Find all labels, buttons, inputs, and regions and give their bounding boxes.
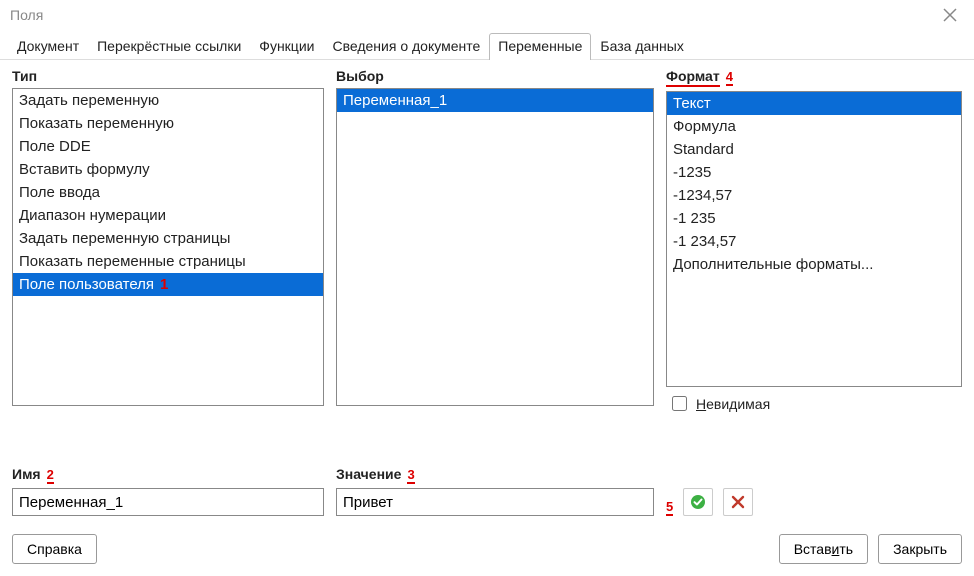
list-item[interactable]: -1235 [667, 161, 961, 184]
delete-button[interactable] [723, 488, 753, 516]
value-input[interactable] [336, 488, 654, 516]
format-listbox[interactable]: ТекстФормулаStandard-1235-1234,57-1 235-… [666, 91, 962, 387]
tab[interactable]: Документ [8, 33, 88, 60]
invisible-checkbox[interactable] [672, 396, 687, 411]
tab-bar: ДокументПерекрёстные ссылкиФункцииСведен… [0, 30, 974, 60]
check-circle-icon [690, 494, 706, 510]
invisible-checkbox-row[interactable]: Невидимая [666, 387, 962, 414]
annotation-2: 2 [47, 468, 54, 484]
list-item[interactable]: Формула [667, 115, 961, 138]
name-input[interactable] [12, 488, 324, 516]
list-item[interactable]: Поле ввода [13, 181, 323, 204]
list-item[interactable]: -1234,57 [667, 184, 961, 207]
value-heading: Значение 3 [336, 466, 654, 484]
name-heading: Имя 2 [12, 466, 324, 484]
list-item[interactable]: Поле DDE [13, 135, 323, 158]
format-heading: Формат 4 [666, 68, 962, 89]
list-item[interactable]: Задать переменную страницы [13, 227, 323, 250]
tab[interactable]: Перекрёстные ссылки [88, 33, 250, 60]
list-item[interactable]: Показать переменную [13, 112, 323, 135]
list-item[interactable]: -1 234,57 [667, 230, 961, 253]
x-icon [731, 495, 745, 509]
tab[interactable]: Переменные [489, 33, 591, 60]
close-icon[interactable] [936, 1, 964, 29]
select-listbox[interactable]: Переменная_1 [336, 88, 654, 406]
select-heading: Выбор [336, 68, 654, 86]
list-item[interactable]: Показать переменные страницы [13, 250, 323, 273]
close-button[interactable]: Закрыть [878, 534, 962, 564]
annotation-4: 4 [726, 70, 733, 86]
type-heading: Тип [12, 68, 324, 86]
invisible-label: Невидимая [696, 396, 770, 412]
list-item[interactable]: Поле пользователя1 [13, 273, 323, 296]
list-item[interactable]: Вставить формулу [13, 158, 323, 181]
list-item[interactable]: Дополнительные форматы... [667, 253, 961, 276]
list-item[interactable]: Задать переменную [13, 89, 323, 112]
window-title: Поля [10, 7, 43, 23]
list-item[interactable]: Текст [667, 92, 961, 115]
list-item[interactable]: -1 235 [667, 207, 961, 230]
tab[interactable]: База данных [591, 33, 692, 60]
help-button[interactable]: Справка [12, 534, 97, 564]
list-item[interactable]: Диапазон нумерации [13, 204, 323, 227]
tab[interactable]: Функции [250, 33, 323, 60]
list-item[interactable]: Standard [667, 138, 961, 161]
annotation-1: 1 [160, 276, 168, 293]
type-listbox[interactable]: Задать переменнуюПоказать переменнуюПоле… [12, 88, 324, 406]
annotation-3: 3 [407, 468, 414, 484]
apply-button[interactable] [683, 488, 713, 516]
list-item[interactable]: Переменная_1 [337, 89, 653, 112]
annotation-5: 5 [666, 500, 673, 516]
tab[interactable]: Сведения о документе [323, 33, 489, 60]
titlebar: Поля [0, 0, 974, 30]
insert-button[interactable]: Вставить [779, 534, 868, 564]
